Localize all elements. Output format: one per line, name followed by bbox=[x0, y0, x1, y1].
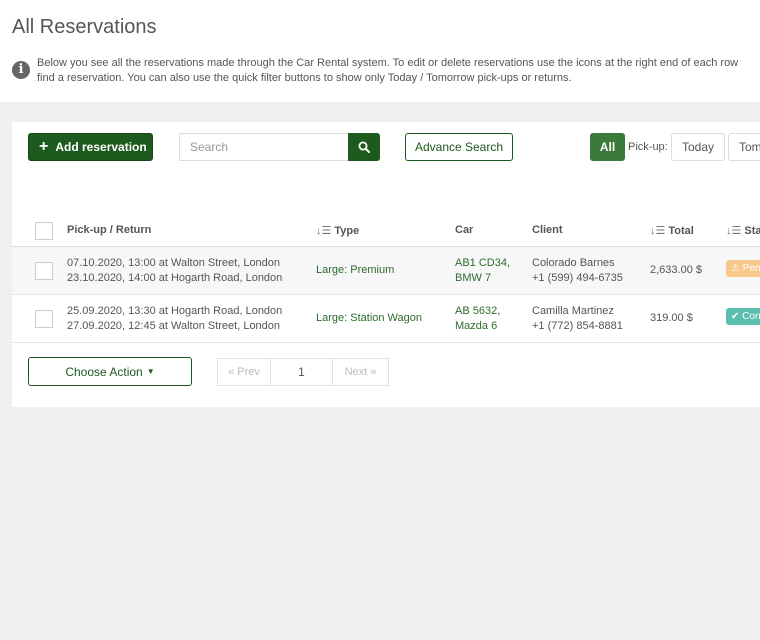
header-type-label: Type bbox=[334, 225, 360, 237]
filter-today-button[interactable]: Today bbox=[671, 133, 725, 161]
filter-tomorrow-button[interactable]: Tomorrow bbox=[728, 133, 760, 161]
status-badge: ⚠ Pending bbox=[726, 260, 760, 277]
client-phone: +1 (599) 494-6735 bbox=[532, 272, 623, 284]
car-plate: AB 5632, bbox=[455, 305, 501, 317]
search-input[interactable] bbox=[179, 133, 349, 161]
header-total-label: Total bbox=[668, 225, 694, 237]
filter-all-button[interactable]: All bbox=[590, 133, 625, 161]
header-pickup-return[interactable]: Pick-up / Return bbox=[67, 224, 151, 236]
return-text: 23.10.2020, 14:00 at Hogarth Road, Londo… bbox=[67, 272, 283, 284]
car-cell[interactable]: AB 5632, Mazda 6 bbox=[455, 304, 500, 334]
table-row[interactable]: 07.10.2020, 13:00 at Walton Street, Lond… bbox=[12, 247, 760, 295]
choose-action-button[interactable]: Choose Action ▼ bbox=[28, 357, 192, 386]
return-text: 27.09.2020, 12:45 at Walton Street, Lond… bbox=[67, 320, 281, 332]
pickup-text: 07.10.2020, 13:00 at Walton Street, Lond… bbox=[67, 257, 281, 269]
add-reservation-button[interactable]: + Add reservation bbox=[28, 133, 153, 161]
status-label: Pending bbox=[742, 263, 760, 274]
row-checkbox[interactable] bbox=[35, 310, 53, 328]
header-status-label: Status bbox=[744, 225, 760, 237]
type-cell[interactable]: Large: Station Wagon bbox=[316, 311, 422, 326]
header-total[interactable]: ↓☰ Total bbox=[650, 224, 694, 237]
info-icon: i bbox=[12, 61, 30, 79]
pickup-text: 25.09.2020, 13:30 at Hogarth Road, Londo… bbox=[67, 305, 283, 317]
client-name: Colorado Barnes bbox=[532, 257, 615, 269]
total-cell: 319.00 $ bbox=[650, 312, 693, 324]
header-client[interactable]: Client bbox=[532, 224, 563, 236]
sort-icon: ↓☰ bbox=[726, 225, 742, 237]
client-phone: +1 (772) 854-8881 bbox=[532, 320, 623, 332]
car-cell[interactable]: AB1 CD34, BMW 7 bbox=[455, 256, 510, 286]
caret-down-icon: ▼ bbox=[146, 367, 155, 376]
car-plate: AB1 CD34, bbox=[455, 257, 511, 269]
car-model: Mazda 6 bbox=[455, 320, 498, 332]
client-cell: Colorado Barnes +1 (599) 494-6735 bbox=[532, 256, 623, 286]
intro-line-1: Below you see all the reservations made … bbox=[37, 57, 739, 69]
page-header: All Reservations i Below you see all the… bbox=[0, 0, 760, 102]
intro-text: Below you see all the reservations made … bbox=[37, 56, 760, 86]
add-reservation-label: Add reservation bbox=[55, 140, 147, 154]
client-cell: Camilla Martinez +1 (772) 854-8881 bbox=[532, 304, 623, 334]
pickup-return-cell: 07.10.2020, 13:00 at Walton Street, Lond… bbox=[67, 256, 282, 286]
plus-icon: + bbox=[39, 138, 49, 155]
prev-page-button[interactable]: « Prev bbox=[217, 358, 271, 386]
pickup-return-cell: 25.09.2020, 13:30 at Hogarth Road, Londo… bbox=[67, 304, 282, 334]
status-badge: ✔ Confirmed bbox=[726, 308, 760, 325]
row-checkbox[interactable] bbox=[35, 262, 53, 280]
select-all-checkbox[interactable] bbox=[35, 222, 53, 240]
table-header: Pick-up / Return ↓☰ Type Car Client ↓☰ Tot… bbox=[12, 215, 760, 247]
next-page-button[interactable]: Next » bbox=[333, 358, 389, 386]
current-page[interactable]: 1 bbox=[271, 358, 333, 386]
check-icon: ✔ bbox=[731, 311, 740, 322]
pagination: « Prev 1 Next » bbox=[217, 358, 389, 386]
sort-icon: ↓☰ bbox=[650, 225, 666, 237]
search-icon bbox=[358, 141, 370, 153]
choose-action-label: Choose Action bbox=[65, 364, 143, 379]
client-name: Camilla Martinez bbox=[532, 305, 614, 317]
pickup-filter-label: Pick-up: bbox=[628, 141, 668, 153]
car-model: BMW 7 bbox=[455, 272, 492, 284]
table-row[interactable]: 25.09.2020, 13:30 at Hogarth Road, Londo… bbox=[12, 295, 760, 343]
total-cell: 2,633.00 $ bbox=[650, 264, 702, 276]
header-car[interactable]: Car bbox=[455, 224, 473, 236]
intro-line-2: find a reservation. You can also use the… bbox=[37, 72, 572, 84]
warning-icon: ⚠ bbox=[731, 263, 740, 274]
sort-icon: ↓☰ bbox=[316, 225, 332, 237]
search-button[interactable] bbox=[348, 133, 380, 161]
type-cell[interactable]: Large: Premium bbox=[316, 263, 394, 278]
page-title: All Reservations bbox=[12, 16, 157, 38]
advance-search-button[interactable]: Advance Search bbox=[405, 133, 513, 161]
header-type[interactable]: ↓☰ Type bbox=[316, 224, 359, 237]
header-status[interactable]: ↓☰Status bbox=[726, 224, 760, 237]
status-label: Confirmed bbox=[742, 311, 760, 322]
